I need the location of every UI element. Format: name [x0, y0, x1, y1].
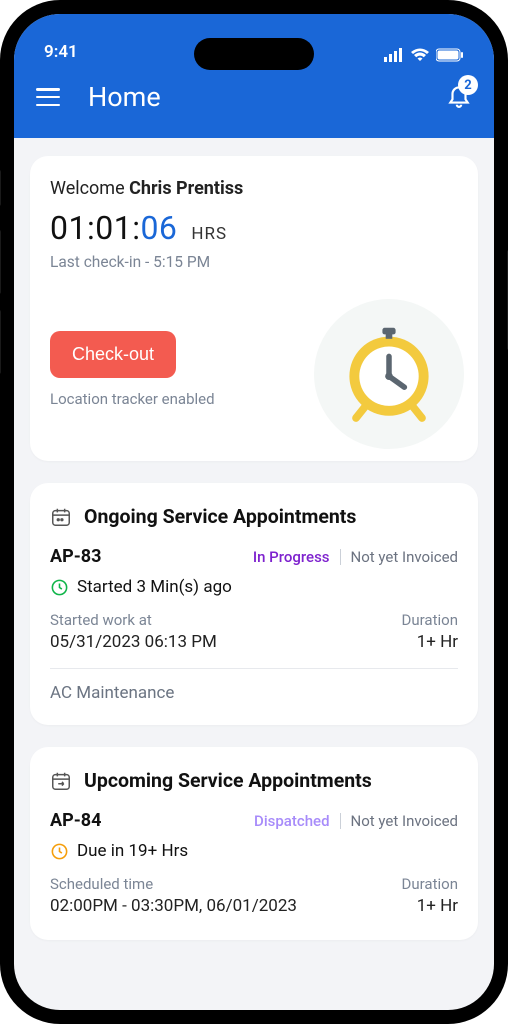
ongoing-started-row: Started 3 Min(s) ago — [50, 577, 458, 597]
upcoming-meta: Scheduled time 02:00PM - 03:30PM, 06/01/… — [50, 875, 458, 916]
volume-down-button — [0, 310, 1, 374]
content: Welcome Chris Prentiss 01:01:06 HRS Last… — [14, 138, 494, 1010]
checkout-button[interactable]: Check-out — [50, 331, 176, 378]
upcoming-appt-id: AP-84 — [50, 810, 101, 831]
phone-screen: 9:41 Home 2 Welcome Chris Prentiss — [14, 14, 494, 1010]
divider — [50, 668, 458, 669]
ongoing-header: Ongoing Service Appointments — [50, 505, 458, 528]
ongoing-meta: Started work at 05/31/2023 06:13 PM Dura… — [50, 611, 458, 652]
clock-icon — [50, 578, 69, 597]
ongoing-duration-value: 1+ Hr — [402, 632, 458, 652]
tracker-status: Location tracker enabled — [50, 390, 215, 408]
upcoming-title: Upcoming Service Appointments — [84, 769, 372, 792]
ongoing-started-label: Started work at — [50, 611, 217, 629]
welcome-prefix: Welcome — [50, 178, 129, 199]
upcoming-header: Upcoming Service Appointments — [50, 769, 458, 792]
ongoing-duration-label: Duration — [402, 611, 458, 629]
upcoming-sched-value: 02:00PM - 03:30PM, 06/01/2023 — [50, 896, 297, 916]
timer: 01:01:06 — [50, 209, 177, 247]
top-bar: Home 2 — [14, 64, 494, 138]
upcoming-due-text: Due in 19+ Hrs — [77, 841, 188, 861]
upcoming-status: Dispatched — [254, 812, 330, 830]
timer-sec: 06 — [140, 209, 177, 247]
notifications-badge: 2 — [458, 75, 478, 95]
menu-icon[interactable] — [36, 88, 60, 106]
divider — [340, 813, 341, 829]
status-time: 9:41 — [44, 42, 78, 62]
battery-icon — [436, 48, 464, 62]
ongoing-started-value: 05/31/2023 06:13 PM — [50, 632, 217, 652]
alarm-clock-icon — [334, 319, 444, 429]
divider — [340, 549, 341, 565]
page-title: Home — [88, 81, 446, 113]
ongoing-status-row: In Progress Not yet Invoiced — [253, 548, 458, 566]
upcoming-sched-label: Scheduled time — [50, 875, 297, 893]
upcoming-status-row: Dispatched Not yet Invoiced — [254, 812, 458, 830]
ongoing-appt-head: AP-83 In Progress Not yet Invoiced — [50, 546, 458, 567]
welcome-bottom: Check-out Location tracker enabled — [50, 299, 458, 439]
phone-frame: 9:41 Home 2 Welcome Chris Prentiss — [0, 0, 508, 1024]
ongoing-status: In Progress — [253, 548, 330, 566]
upcoming-card[interactable]: Upcoming Service Appointments AP-84 Disp… — [30, 747, 478, 940]
timer-hm: 01:01: — [50, 209, 140, 247]
calendar-icon — [50, 506, 72, 528]
status-icons — [384, 48, 464, 62]
upcoming-duration-value: 1+ Hr — [402, 896, 458, 916]
welcome-line: Welcome Chris Prentiss — [50, 178, 458, 199]
side-button — [0, 170, 1, 206]
upcoming-duration-label: Duration — [402, 875, 458, 893]
calendar-arrow-icon — [50, 770, 72, 792]
ongoing-title: Ongoing Service Appointments — [84, 505, 356, 528]
wifi-icon — [410, 48, 430, 62]
ongoing-appt-id: AP-83 — [50, 546, 101, 567]
ongoing-card[interactable]: Ongoing Service Appointments AP-83 In Pr… — [30, 483, 478, 725]
last-checkin: Last check-in - 5:15 PM — [50, 253, 458, 271]
welcome-card: Welcome Chris Prentiss 01:01:06 HRS Last… — [30, 156, 478, 461]
notch — [194, 38, 314, 70]
clock-illustration — [314, 299, 464, 449]
volume-up-button — [0, 230, 1, 294]
clock-icon — [50, 842, 69, 861]
timer-row: 01:01:06 HRS — [50, 209, 458, 247]
hrs-label: HRS — [191, 224, 227, 244]
upcoming-appt-head: AP-84 Dispatched Not yet Invoiced — [50, 810, 458, 831]
upcoming-invoice-status: Not yet Invoiced — [351, 812, 458, 830]
ongoing-invoice-status: Not yet Invoiced — [351, 548, 458, 566]
ongoing-started-ago: Started 3 Min(s) ago — [77, 577, 232, 597]
cellular-icon — [384, 48, 404, 62]
upcoming-due-row: Due in 19+ Hrs — [50, 841, 458, 861]
ongoing-type: AC Maintenance — [50, 683, 458, 703]
notifications-button[interactable]: 2 — [446, 81, 472, 113]
user-name: Chris Prentiss — [129, 178, 243, 199]
